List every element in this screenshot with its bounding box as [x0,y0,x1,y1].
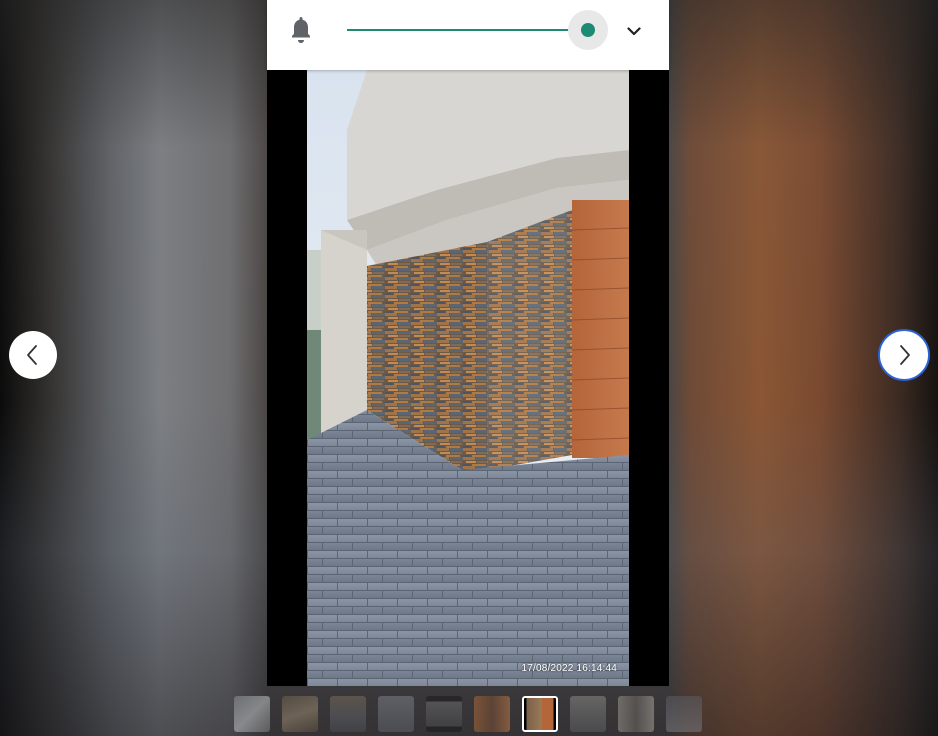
thumbnail-4[interactable] [378,696,414,732]
volume-slider-thumb[interactable] [581,23,595,37]
thumbnail-strip [234,696,702,732]
photo-timestamp: 17/08/2022 16:14:44 [521,663,617,674]
chevron-down-icon[interactable] [625,22,643,40]
bell-icon[interactable] [289,16,313,44]
media-frame: 17/08/2022 16:14:44 [267,0,669,686]
main-photo: 17/08/2022 16:14:44 [307,70,629,686]
thumbnail-9[interactable] [618,696,654,732]
thumbnail-2[interactable] [282,696,318,732]
thumbnail-1[interactable] [234,696,270,732]
thumbnail-5[interactable] [426,696,462,732]
player-toolbar [267,0,669,70]
thumbnail-10[interactable] [666,696,702,732]
thumbnail-7[interactable] [522,696,558,732]
thumbnail-3[interactable] [330,696,366,732]
photo-illustration [307,70,629,686]
chevron-left-icon [27,345,37,365]
image-lightbox: 17/08/2022 16:14:44 [0,0,938,736]
thumbnail-8[interactable] [570,696,606,732]
previous-image-button[interactable] [9,331,57,379]
chevron-right-icon [900,345,910,365]
thumbnail-6[interactable] [474,696,510,732]
volume-slider-track[interactable] [347,29,589,31]
next-image-button[interactable] [878,329,930,381]
